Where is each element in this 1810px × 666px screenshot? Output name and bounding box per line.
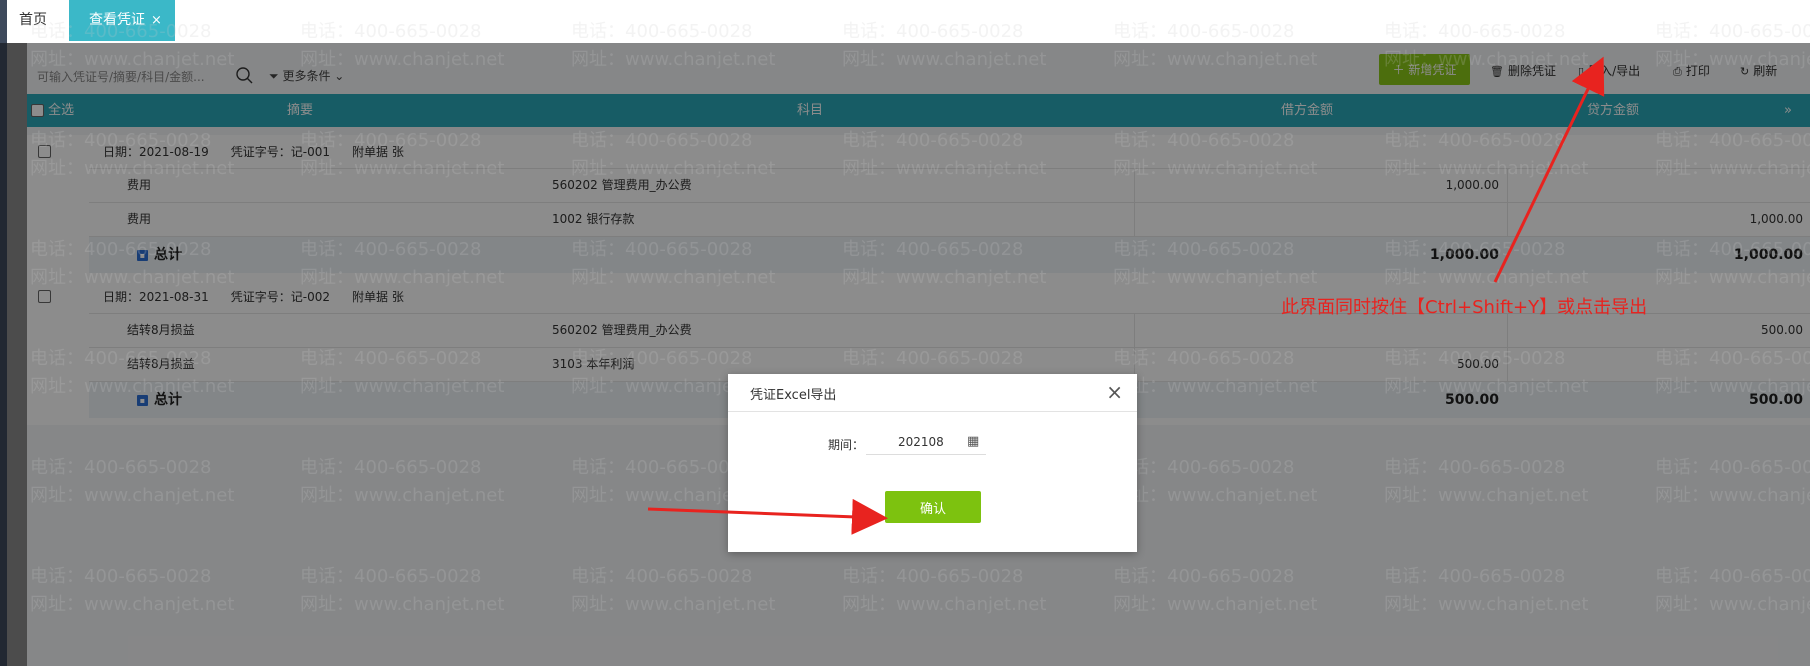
annotation-text: 此界面同时按住【Ctrl+Shift+Y】或点击导出	[1281, 297, 1648, 318]
arrow-to-confirm	[647, 498, 888, 535]
annotation-arrows	[647, 56, 1605, 535]
arrow-to-export	[1493, 56, 1605, 283]
